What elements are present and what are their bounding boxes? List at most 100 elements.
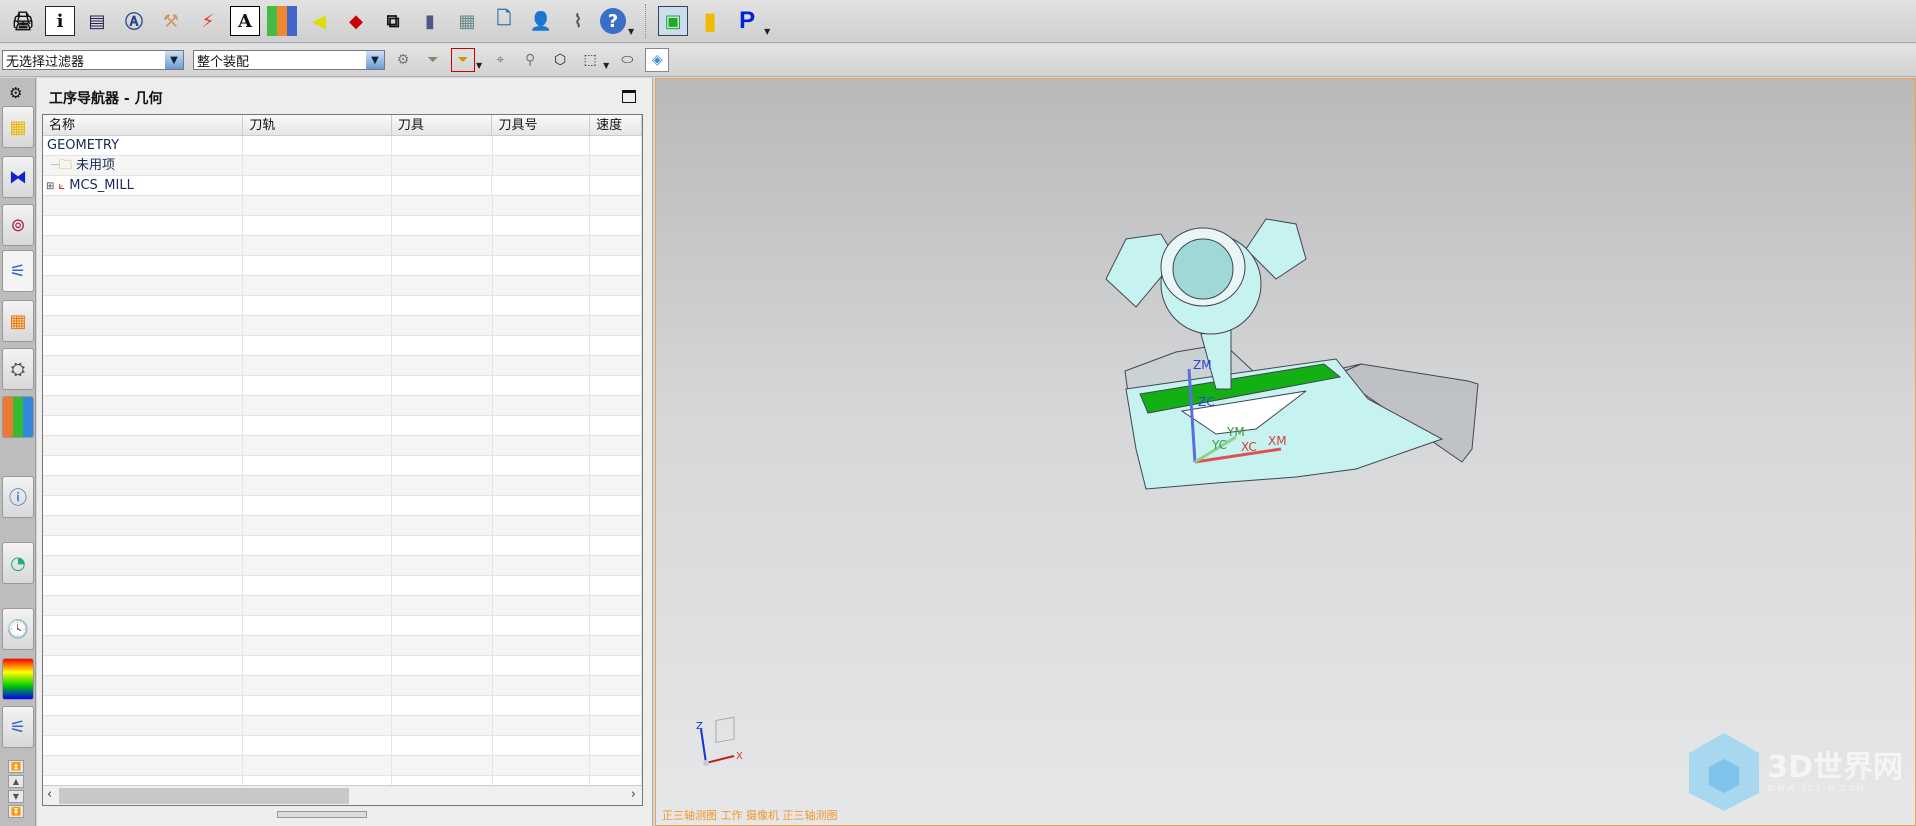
table-cell [392, 276, 493, 295]
column-header-tool-number[interactable]: 刀具号 [492, 115, 591, 135]
help-icon[interactable]: ? [600, 8, 626, 34]
rectangle-select-icon[interactable]: ⬚ [578, 48, 602, 72]
column-header-toolpath[interactable]: 刀轨 [243, 115, 392, 135]
table-row-empty [43, 576, 642, 596]
table-cell [43, 716, 244, 735]
scroll-up-button[interactable]: ▲ [8, 775, 24, 788]
column-header-tool[interactable]: 刀具 [392, 115, 493, 135]
table-cell [243, 636, 392, 655]
history-icon[interactable]: 🕓 [2, 608, 34, 650]
toolbar-overflow-arrow[interactable]: ▼ [628, 27, 634, 36]
table-cell [243, 536, 392, 555]
part-navigator-icon[interactable]: ▦ [2, 300, 34, 342]
reuse-library-icon[interactable] [2, 396, 34, 438]
table-cell [493, 596, 591, 615]
toolbar-overflow-arrow[interactable]: ▼ [764, 27, 770, 36]
table-cell [243, 496, 392, 515]
point-snap-icon[interactable]: ⌖ [488, 48, 512, 72]
table-row[interactable]: GEOMETRY [43, 136, 642, 156]
machining-method-view-icon[interactable]: ⚟ [2, 250, 34, 292]
snap-filter-icon[interactable]: ⏷ [451, 48, 475, 72]
scroll-right-icon[interactable]: › [631, 787, 636, 802]
info-icon[interactable]: i [45, 6, 75, 36]
graphics-viewport[interactable]: ZM ZC YM YC XC XM Z X 3D世界网 WWW.3DSJW.COM… [655, 78, 1916, 826]
expand-icon[interactable]: ⊞ [46, 181, 54, 192]
scroll-bottom-button[interactable]: ⏬ [8, 805, 24, 818]
settings-icon[interactable]: ⚙ [9, 84, 22, 102]
panel-splitter-handle[interactable] [277, 811, 367, 818]
copy-icon[interactable]: ⧉ [378, 6, 408, 36]
program-order-view-icon[interactable]: ⊚ [2, 204, 34, 246]
model-canvas: ZM ZC YM YC XC XM Z X [696, 218, 1479, 766]
selection-scope-select[interactable]: 整个装配 ▼ [193, 50, 385, 70]
chevron-down-icon[interactable]: ▼ [366, 51, 384, 69]
dimension-icon[interactable]: ⚡ [193, 6, 223, 36]
scrollbar-thumb[interactable] [59, 788, 349, 804]
web-browser-icon[interactable]: ◔ [2, 542, 34, 584]
type-filter-select[interactable]: 无选择过滤器 ▼ [2, 50, 184, 70]
table-cell [243, 436, 392, 455]
eraser-icon[interactable]: ◆ [341, 6, 371, 36]
post-processor-icon[interactable]: P [732, 6, 762, 36]
machine-tool-view-icon[interactable]: ⧓ [2, 156, 34, 198]
table-cell [392, 316, 493, 335]
process-wizard-icon[interactable]: ⚟ [2, 706, 34, 748]
printer-icon[interactable]: 🖨 [8, 6, 38, 36]
tree-line: ┈ [51, 158, 59, 173]
tool-bar-icon[interactable]: ▮ [415, 6, 445, 36]
maximize-button[interactable] [622, 90, 636, 103]
annotation-icon[interactable]: Ⓐ [119, 6, 149, 36]
watermark-name: 3D世界网 [1767, 749, 1903, 785]
table-cell [243, 376, 392, 395]
books-icon[interactable] [267, 6, 297, 36]
assembly-navigator-icon[interactable]: ⛭ [2, 348, 34, 390]
scroll-top-button[interactable]: ⏫ [8, 760, 24, 773]
palette-icon[interactable] [2, 658, 34, 700]
calculator-icon[interactable]: ▦ [452, 6, 482, 36]
table-cell [493, 716, 591, 735]
table-row[interactable]: ┈🗀 未用项 [43, 156, 642, 176]
stock-icon[interactable]: ▮ [695, 6, 725, 36]
table-cell [243, 716, 392, 735]
table-cell [493, 496, 591, 515]
table-cell [43, 676, 244, 695]
shaded-view-icon[interactable]: ⬭ [615, 48, 639, 72]
wrench-icon[interactable]: ⚒ [156, 6, 186, 36]
horizontal-scrollbar[interactable]: ‹ › [43, 785, 642, 805]
chevron-down-icon[interactable]: ▼ [165, 51, 183, 69]
dropdown-arrow[interactable]: ▼ [476, 61, 482, 70]
column-header-name[interactable]: 名称 [43, 115, 244, 135]
row-name: GEOMETRY [43, 136, 244, 155]
hexagon-point-icon[interactable]: ⬡ [548, 48, 572, 72]
part-model [1105, 218, 1479, 490]
scroll-down-button[interactable]: ▼ [8, 790, 24, 803]
table-cell [43, 756, 244, 775]
scroll-left-icon[interactable]: ‹ [47, 787, 52, 802]
watermark: 3D世界网 WWW.3DSJW.COM [1687, 731, 1903, 813]
resource-bar: ⚙ ▦ ⧓ ⊚ ⚟ ▦ ⛭ ⓘ ◔ 🕓 ⚟ ⏫ ▲ ▼ ⏬ [0, 78, 36, 826]
cube-view-icon[interactable]: ◈ [645, 48, 670, 72]
info-window-icon[interactable]: ⓘ [2, 476, 34, 518]
table-cell [43, 296, 244, 315]
table-cell [392, 656, 493, 675]
table-cell [493, 436, 591, 455]
text-icon[interactable]: A [230, 6, 260, 36]
assembly-select-icon[interactable]: ⚙ [391, 48, 415, 72]
machine-control-icon[interactable]: ▣ [658, 6, 689, 36]
column-header-speed[interactable]: 速度 [590, 115, 642, 135]
geometry-view-icon[interactable]: ▦ [2, 106, 34, 148]
user-list-icon[interactable]: 👤 [526, 6, 556, 36]
table-row-empty [43, 756, 642, 776]
table-cell [392, 396, 493, 415]
save-layout-icon[interactable]: ▤ [82, 6, 112, 36]
table-cell [590, 276, 642, 295]
feature-select-icon[interactable]: ⚲ [518, 48, 542, 72]
table-row[interactable]: ⊞ ⟀ MCS_MILL [43, 176, 642, 196]
new-document-icon[interactable]: 🗋 [489, 6, 519, 36]
table-cell [590, 556, 642, 575]
table-cell [590, 396, 642, 415]
dropdown-arrow[interactable]: ▼ [603, 61, 609, 70]
spotlight-icon[interactable]: ◀ [304, 6, 334, 36]
filter-reset-icon[interactable]: ⏷ [421, 48, 445, 72]
drill-icon[interactable]: ⌇ [563, 6, 593, 36]
